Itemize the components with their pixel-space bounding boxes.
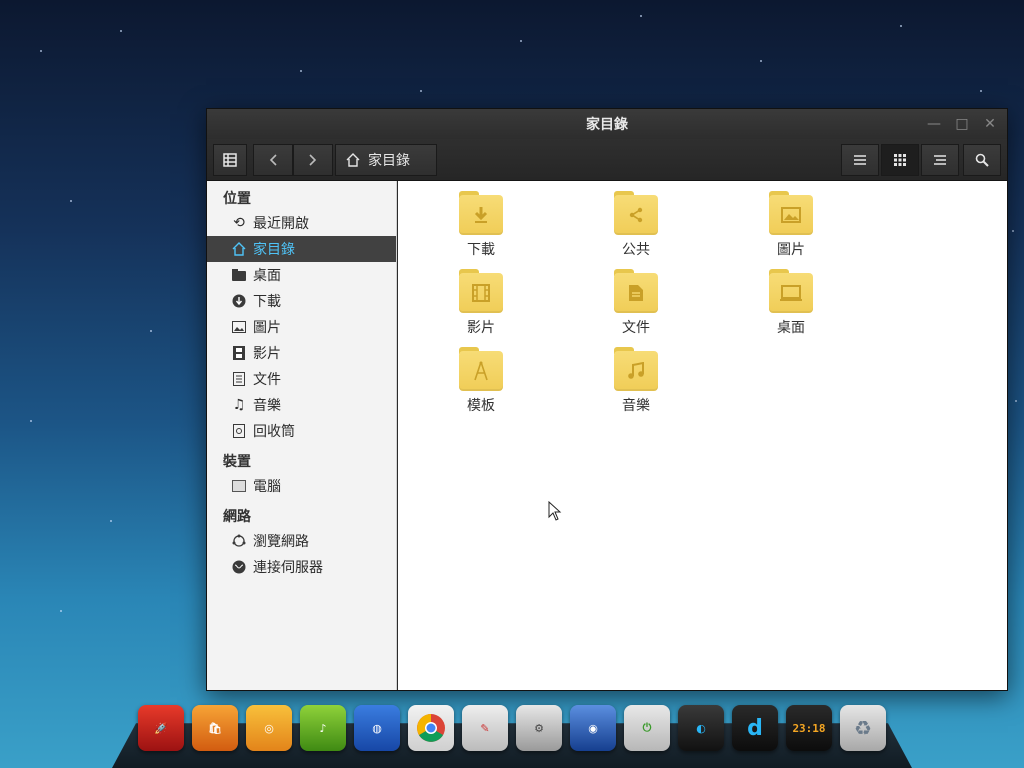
store-icon[interactable]: 🛍	[192, 705, 238, 751]
folder-icon	[231, 267, 247, 283]
grid-icon	[894, 154, 906, 166]
title-bar[interactable]: 家目錄 — □ ✕	[207, 109, 1007, 139]
d-app-icon[interactable]: d	[732, 705, 778, 751]
power-icon[interactable]: ⏻	[624, 705, 670, 751]
file-item-downloads[interactable]: 下載	[441, 191, 521, 259]
image-icon	[231, 319, 247, 335]
search-icon	[975, 153, 989, 167]
mouse-cursor-icon	[548, 501, 562, 521]
file-item-public[interactable]: 公共	[596, 191, 676, 259]
sidebar-item-downloads[interactable]: 下載	[207, 288, 396, 314]
music-player-icon[interactable]: ◎	[246, 705, 292, 751]
file-item-documents[interactable]: 文件	[596, 269, 676, 337]
download-folder-icon	[459, 191, 503, 235]
clock-text: 23:18	[792, 721, 826, 735]
document-icon	[231, 371, 247, 387]
section-devices: 裝置	[223, 454, 251, 470]
breadcrumb[interactable]: 家目錄	[335, 144, 437, 176]
section-network: 網路	[223, 509, 251, 525]
file-view[interactable]: 下載 公共 圖片 影片 文件 桌面 模板 音樂	[398, 181, 1007, 690]
sidebar-item-home[interactable]: 家目錄	[207, 236, 396, 262]
computer-icon	[231, 478, 247, 494]
history-icon: ⟲	[233, 215, 245, 231]
sidebar-item-computer[interactable]: 電腦	[207, 473, 396, 499]
window-controls: — □ ✕	[923, 113, 1001, 135]
chevron-right-icon	[309, 154, 317, 166]
file-item-desktop[interactable]: 桌面	[751, 269, 831, 337]
globe-icon[interactable]: ◉	[570, 705, 616, 751]
toolbar: 家目錄	[207, 139, 1007, 181]
media-icon[interactable]: ◐	[678, 705, 724, 751]
search-button[interactable]	[963, 144, 1001, 176]
sidebar-toggle-button[interactable]	[213, 144, 247, 176]
settings-icon[interactable]: ⚙	[516, 705, 562, 751]
editor-icon[interactable]: ✎	[462, 705, 508, 751]
clock-icon[interactable]: 23:18	[786, 705, 832, 751]
videos-folder-icon	[459, 269, 503, 313]
sidebar-item-music[interactable]: ♫ 音樂	[207, 392, 396, 418]
section-places: 位置	[223, 191, 251, 207]
home-icon	[346, 153, 360, 167]
sidebar-item-desktop[interactable]: 桌面	[207, 262, 396, 288]
desktop-folder-icon	[769, 269, 813, 313]
home-icon	[231, 241, 247, 257]
file-item-pictures[interactable]: 圖片	[751, 191, 831, 259]
sidebar-item-connect-server[interactable]: 連接伺服器	[207, 554, 396, 580]
file-item-music[interactable]: 音樂	[596, 347, 676, 415]
forward-button[interactable]	[293, 144, 333, 176]
rocket-launcher-icon[interactable]: 🚀	[138, 705, 184, 751]
chevron-left-icon	[269, 154, 277, 166]
icon-view-button[interactable]	[881, 144, 919, 176]
documents-folder-icon	[614, 269, 658, 313]
film-icon	[231, 345, 247, 361]
sidebar-item-pictures[interactable]: 圖片	[207, 314, 396, 340]
browser-icon[interactable]: ◍	[354, 705, 400, 751]
recycle-icon[interactable]: ♻	[840, 705, 886, 751]
compact-view-button[interactable]	[921, 144, 959, 176]
sidebar-item-recent[interactable]: ⟲ 最近開啟	[207, 210, 396, 236]
sidebar: 位置 ⟲ 最近開啟 家目錄 桌面 下載 圖片 影片 文件 ♫ 音樂 回收筒 裝置 電…	[207, 181, 397, 690]
grid-table-icon	[223, 153, 237, 167]
dock: 🚀 🛍 ◎ ♪ ◍ ✎ ⚙ ◉ ⏻ ◐ d 23:18 ♻	[138, 705, 886, 751]
minimize-icon[interactable]: —	[923, 113, 945, 135]
pictures-folder-icon	[769, 191, 813, 235]
download-icon	[231, 293, 247, 309]
sidebar-item-documents[interactable]: 文件	[207, 366, 396, 392]
network-icon	[231, 533, 247, 549]
compact-list-icon	[934, 155, 946, 165]
back-button[interactable]	[253, 144, 293, 176]
list-view-button[interactable]	[841, 144, 879, 176]
list-icon	[854, 155, 866, 165]
sidebar-item-trash[interactable]: 回收筒	[207, 418, 396, 444]
sidebar-item-browse-network[interactable]: 瀏覽網路	[207, 528, 396, 554]
window-title: 家目錄	[586, 117, 628, 133]
music-folder-icon	[614, 347, 658, 391]
templates-folder-icon	[459, 347, 503, 391]
breadcrumb-label: 家目錄	[368, 153, 410, 169]
chrome-icon[interactable]	[408, 705, 454, 751]
share-folder-icon	[614, 191, 658, 235]
file-item-templates[interactable]: 模板	[441, 347, 521, 415]
maximize-icon[interactable]: □	[951, 113, 973, 135]
audio-player-icon[interactable]: ♪	[300, 705, 346, 751]
sidebar-item-videos[interactable]: 影片	[207, 340, 396, 366]
music-icon: ♫	[232, 397, 246, 413]
file-manager-window: 家目錄 — □ ✕ 家目錄 位置 ⟲ 最近開啟 家目錄 桌面 下載 圖片 影片 …	[206, 108, 1008, 691]
server-icon	[231, 559, 247, 575]
close-icon[interactable]: ✕	[979, 113, 1001, 135]
trash-icon	[231, 423, 247, 439]
file-item-videos[interactable]: 影片	[441, 269, 521, 337]
